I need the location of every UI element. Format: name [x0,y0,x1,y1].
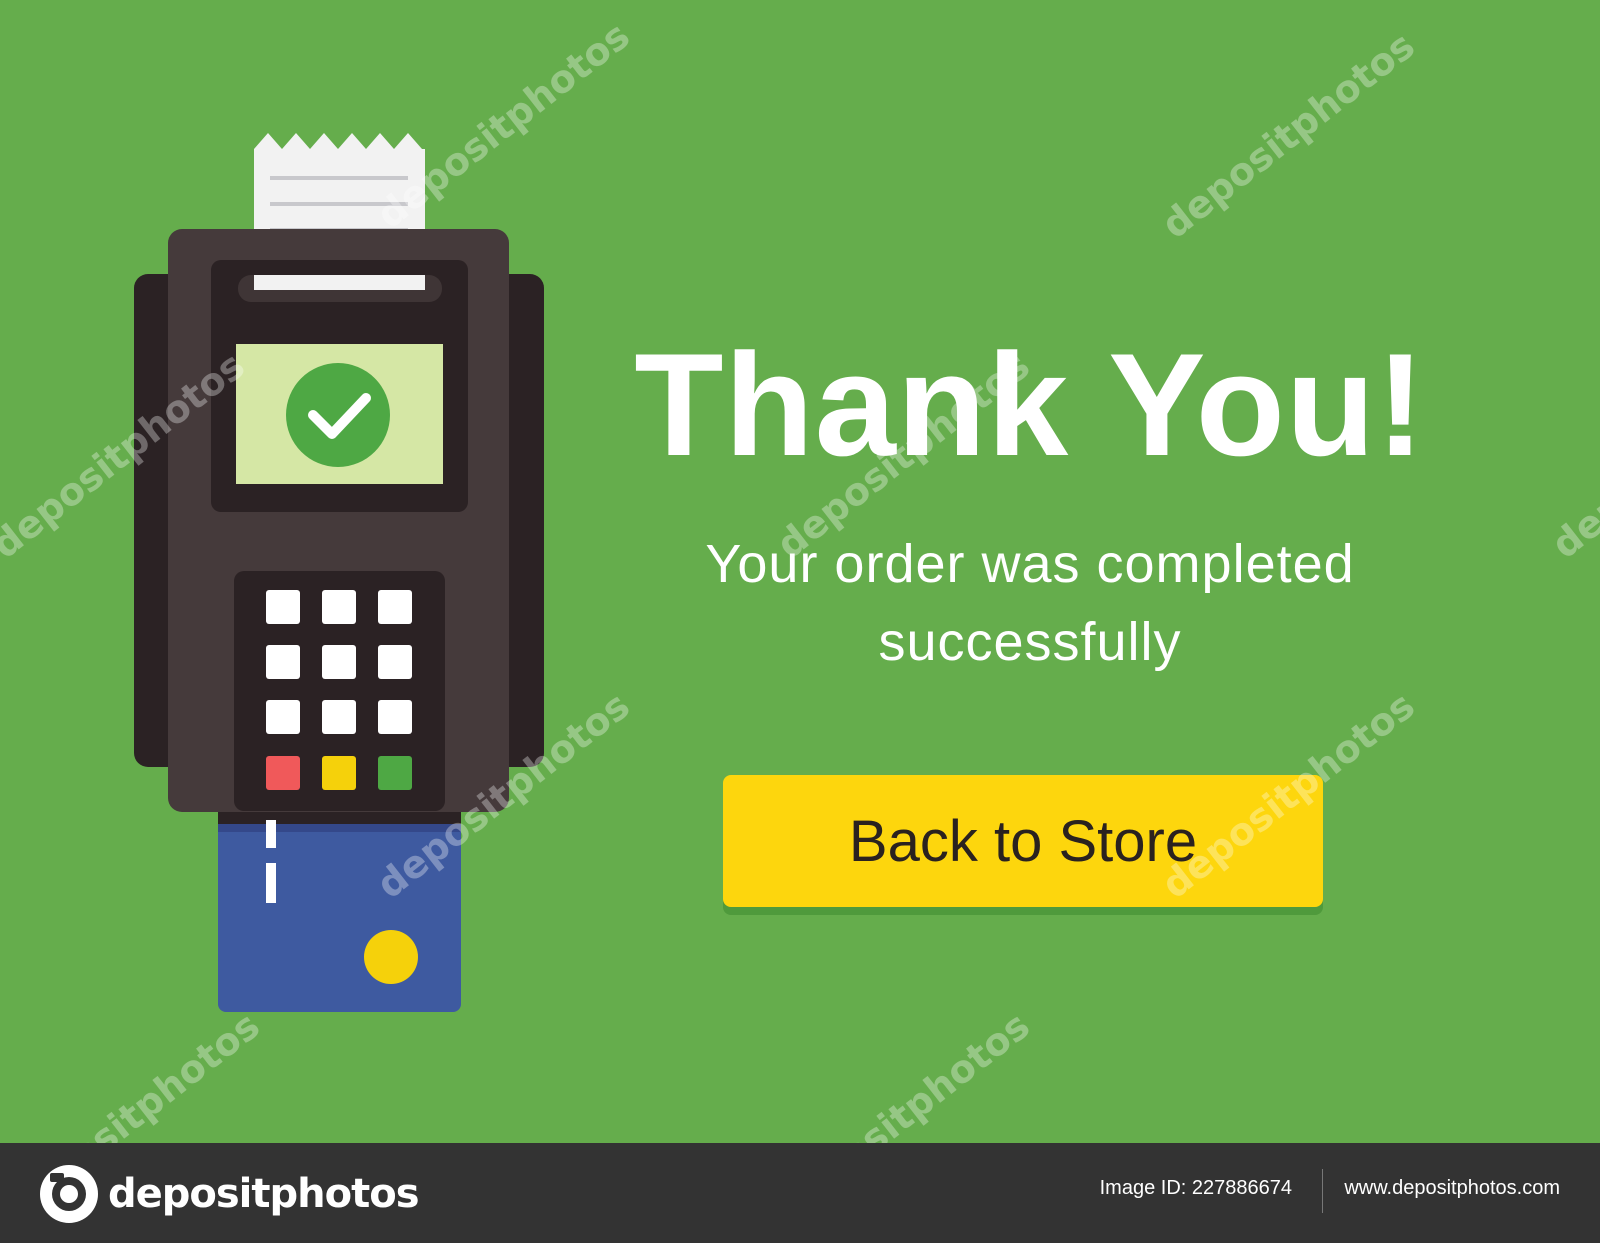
confirmation-line-2: successfully [878,612,1182,672]
page-title: Thank You! [634,323,1426,486]
site-url-link[interactable]: www.depositphotos.com [1344,1177,1560,1200]
keypad-icon [234,571,445,811]
footer-bar: depositphotos Image ID: 227886674 www.de… [0,1143,1600,1243]
thank-you-page: Thank You! Your order was completed succ… [0,0,1600,1143]
footer-divider [1322,1169,1323,1213]
confirmation-line-1: Your order was completed [705,534,1355,594]
brand-name: depositphotos [108,1171,420,1217]
image-id-label: Image ID: [1099,1177,1187,1199]
credit-card-icon [218,812,461,1012]
confirmation-message: Your order was completed successfully [600,525,1460,681]
payment-terminal-icon [134,133,544,1012]
image-id: Image ID: 227886674 [1100,1177,1292,1200]
watermark-text: depositphotos [1153,23,1422,247]
brand: depositphotos [38,1163,420,1225]
watermark-text: depositphotos [1543,343,1600,567]
camera-logo-icon [40,1165,98,1223]
back-to-store-button[interactable]: Back to Store [723,775,1323,907]
check-icon [286,363,390,467]
image-id-value: 227886674 [1191,1177,1292,1199]
watermark-text: depositphotos [768,1003,1037,1143]
